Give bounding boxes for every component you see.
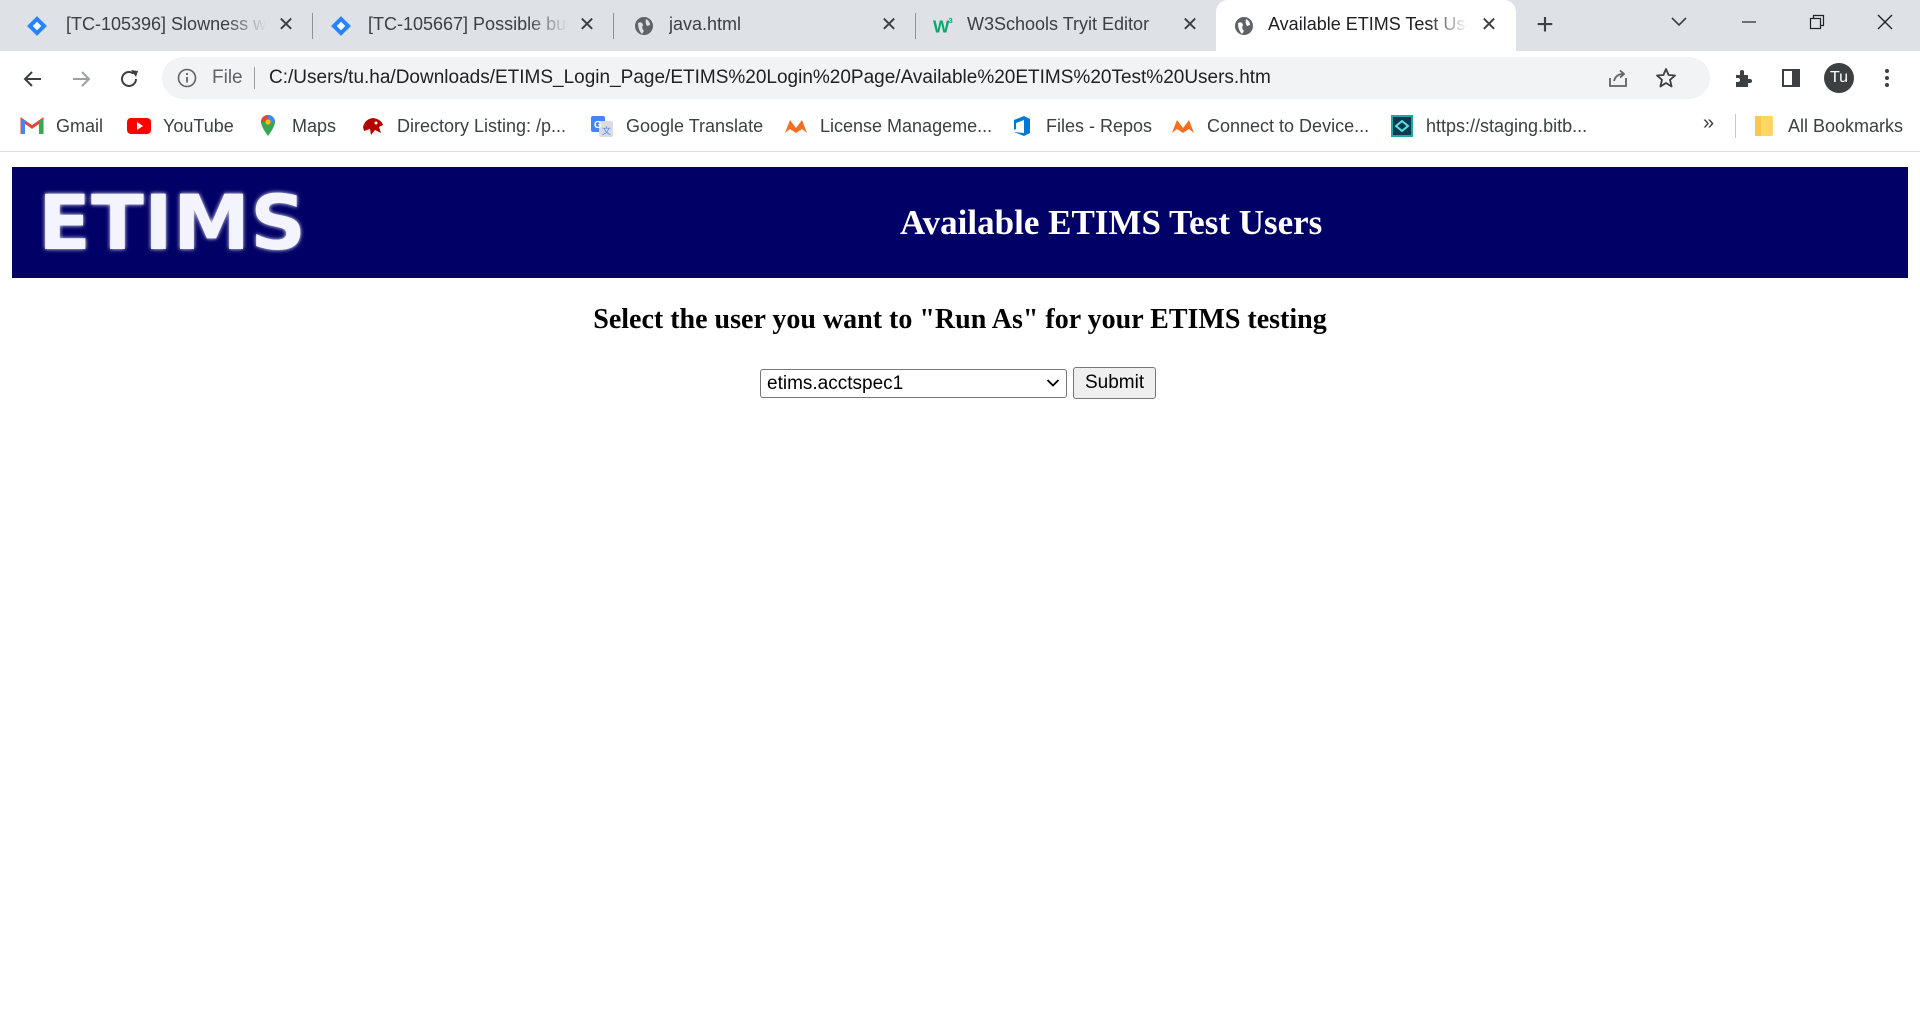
submit-button[interactable]: Submit xyxy=(1073,367,1157,399)
license-icon xyxy=(784,114,808,138)
all-bookmarks-button[interactable]: All Bookmarks xyxy=(1752,108,1903,144)
bookmark-files-repos[interactable]: Files - Repos xyxy=(1010,108,1152,144)
chevron-down-icon xyxy=(1671,17,1687,27)
page-title: Available ETIMS Test Users xyxy=(900,203,1323,242)
close-window-button[interactable] xyxy=(1852,0,1918,44)
close-icon[interactable]: ✕ xyxy=(878,14,900,36)
tab-tc-105667[interactable]: [TC-105667] Possible bug ✕ xyxy=(314,0,614,51)
share-icon[interactable] xyxy=(1606,66,1630,90)
bookmark-label: Directory Listing: /p... xyxy=(397,115,567,136)
menu-kebab-icon[interactable] xyxy=(1872,63,1902,93)
reload-icon xyxy=(121,70,138,87)
arrow-right-icon xyxy=(73,71,91,87)
tab-separator xyxy=(312,13,313,39)
restore-icon xyxy=(1809,14,1825,30)
close-icon[interactable]: ✕ xyxy=(1478,14,1500,36)
user-select-dropdown[interactable]: etims.acctspec1 xyxy=(760,368,1067,398)
gmail-icon xyxy=(20,114,44,138)
jira-icon xyxy=(26,15,48,37)
translate-icon: G文 xyxy=(590,114,614,138)
side-panel-icon[interactable] xyxy=(1776,63,1806,93)
svg-text:W: W xyxy=(933,16,950,36)
profile-avatar[interactable]: Tu xyxy=(1824,63,1854,93)
arrow-left-icon xyxy=(23,71,41,87)
tab-w3schools[interactable]: W3 W3Schools Tryit Editor ✕ xyxy=(917,0,1217,51)
tab-available-etims-test-users[interactable]: Available ETIMS Test Users ✕ xyxy=(1216,0,1516,51)
bookmark-staging-bitbucket[interactable]: https://staging.bitb... xyxy=(1390,108,1587,144)
globe-icon xyxy=(1233,15,1255,37)
close-icon[interactable]: ✕ xyxy=(1179,14,1201,36)
bookmark-label: Gmail xyxy=(56,115,104,136)
bookmarks-bar: Gmail YouTube Maps Directory Listing: /p… xyxy=(0,108,1920,144)
etims-header-banner: ETIMS Available ETIMS Test Users xyxy=(12,167,1908,278)
bookmark-directory-listing[interactable]: Directory Listing: /p... xyxy=(361,108,566,144)
bookmark-label: https://staging.bitb... xyxy=(1426,115,1588,136)
run-as-form: etims.acctspec1 Submit xyxy=(760,367,1157,399)
restore-button[interactable] xyxy=(1784,0,1850,44)
run-as-instructions: Select the user you want to "Run As" for… xyxy=(593,304,1327,335)
bookmark-maps[interactable]: Maps xyxy=(256,108,336,144)
bookmark-label: License Manageme... xyxy=(820,115,993,136)
url-text[interactable]: C:/Users/tu.ha/Downloads/ETIMS_Login_Pag… xyxy=(269,67,1271,89)
bookmark-license-management[interactable]: License Manageme... xyxy=(784,108,992,144)
bookmark-label: Connect to Device... xyxy=(1207,115,1370,136)
bookmark-label: Files - Repos xyxy=(1046,115,1153,136)
tab-tc-105396[interactable]: [TC-105396] Slowness wh ✕ xyxy=(0,0,313,51)
folder-icon xyxy=(1752,114,1776,138)
address-bar[interactable]: File C:/Users/tu.ha/Downloads/ETIMS_Logi… xyxy=(162,57,1710,99)
bookmark-youtube[interactable]: YouTube xyxy=(127,108,234,144)
tab-title: W3Schools Tryit Editor xyxy=(967,14,1150,34)
forward-button[interactable] xyxy=(64,62,98,96)
toolbar-divider xyxy=(0,151,1920,152)
repos-icon xyxy=(1010,114,1034,138)
bookmarks-overflow-button[interactable]: » xyxy=(1703,112,1714,135)
w3schools-icon: W3 xyxy=(933,15,955,37)
tab-java-html[interactable]: java.html ✕ xyxy=(615,0,916,51)
close-icon xyxy=(1877,14,1893,30)
close-icon[interactable]: ✕ xyxy=(275,14,297,36)
url-scheme: File xyxy=(212,67,243,88)
tab-title: [TC-105396] Slowness wh xyxy=(66,14,266,34)
tab-title: [TC-105667] Possible bug xyxy=(368,14,568,34)
bookmark-connect-to-device[interactable]: Connect to Device... xyxy=(1171,108,1369,144)
youtube-icon xyxy=(127,114,151,138)
minimize-button[interactable] xyxy=(1716,0,1782,44)
tab-separator xyxy=(915,13,916,39)
svg-text:3: 3 xyxy=(949,16,953,25)
connect-icon xyxy=(1171,114,1195,138)
tab-separator xyxy=(613,13,614,39)
bookmark-google-translate[interactable]: G文 Google Translate xyxy=(590,108,763,144)
globe-icon xyxy=(633,15,655,37)
all-bookmarks-label: All Bookmarks xyxy=(1788,115,1904,136)
extensions-icon[interactable] xyxy=(1728,63,1758,93)
info-icon[interactable] xyxy=(176,67,198,89)
tab-strip: [TC-105396] Slowness wh ✕ [TC-105667] Po… xyxy=(0,0,1920,51)
tab-title: java.html xyxy=(669,14,742,34)
url-divider xyxy=(254,67,255,89)
minimize-icon xyxy=(1742,21,1756,23)
chevron-down-icon xyxy=(1046,378,1060,387)
bookmark-label: Google Translate xyxy=(626,115,764,136)
bookmarks-separator xyxy=(1735,114,1736,138)
svg-text:文: 文 xyxy=(602,125,611,136)
bookmark-star-icon[interactable] xyxy=(1654,66,1678,90)
back-button[interactable] xyxy=(16,62,50,96)
svg-text:G: G xyxy=(594,120,602,131)
maps-icon xyxy=(256,114,280,138)
bitbucket-icon xyxy=(1390,114,1414,138)
bookmark-gmail[interactable]: Gmail xyxy=(20,108,103,144)
new-tab-button[interactable]: + xyxy=(1529,10,1561,42)
tab-title: Available ETIMS Test Users xyxy=(1268,14,1468,34)
etims-logo: ETIMS xyxy=(38,178,306,265)
svg-text:ETIMS: ETIMS xyxy=(38,178,306,265)
bookmark-label: YouTube xyxy=(163,115,234,136)
bookmark-label: Maps xyxy=(292,115,337,136)
tab-search-button[interactable] xyxy=(1646,0,1712,44)
jira-icon xyxy=(330,15,352,37)
reload-button[interactable] xyxy=(112,62,146,96)
user-select-value: etims.acctspec1 xyxy=(767,372,904,394)
close-icon[interactable]: ✕ xyxy=(576,14,598,36)
directory-icon xyxy=(361,114,385,138)
